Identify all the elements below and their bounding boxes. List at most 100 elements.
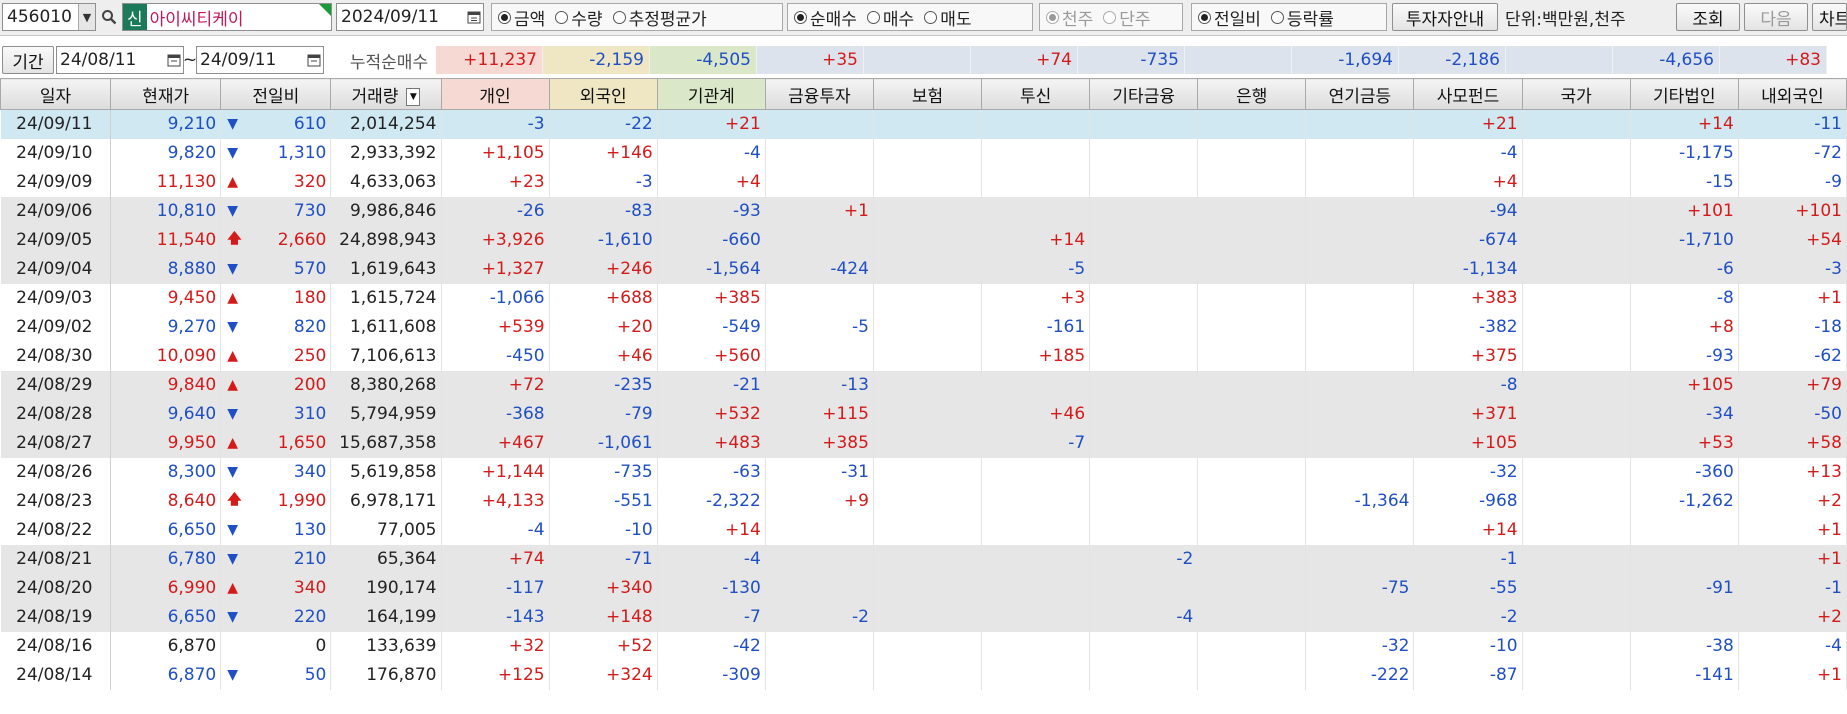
column-header[interactable]: 국가 bbox=[1521, 78, 1631, 110]
investor-value-cell: -42 bbox=[657, 631, 766, 661]
table-row[interactable]: 24/09/09 11,130 ▲ 320 4,633,063 +23 -3 +4 +4 -15-… bbox=[0, 167, 1847, 197]
radio-option[interactable]: 금액 bbox=[498, 5, 545, 30]
table-row[interactable]: 24/09/05 11,540 🡅 2,660 24,898,943 +3,926 -1,6… bbox=[0, 225, 1847, 255]
investor-value-cell: -1,175 bbox=[1630, 138, 1739, 168]
investor-value-cell: -32 bbox=[1305, 631, 1415, 661]
column-header[interactable]: 기타법인 bbox=[1629, 78, 1739, 110]
radio-option[interactable]: 천주 bbox=[1046, 5, 1093, 30]
investor-value-cell bbox=[1197, 428, 1307, 458]
table-row[interactable]: 24/08/22 6,650 ▼ 130 77,005 -4 -10 +14 +14 +1 bbox=[0, 515, 1847, 545]
table-row[interactable]: 24/08/29 9,840 ▲ 200 8,380,268 +72 -235 -21 -13 -… bbox=[0, 370, 1847, 400]
change-value: 610 bbox=[293, 114, 327, 135]
column-header-label: 은행 bbox=[1236, 86, 1268, 107]
column-header[interactable]: 개인 bbox=[440, 78, 550, 110]
investor-value-cell: +74 bbox=[441, 544, 550, 574]
corner-flag-icon bbox=[319, 4, 331, 16]
radio-option[interactable]: 등락률 bbox=[1270, 5, 1334, 30]
column-header[interactable]: 연기금등 bbox=[1305, 78, 1415, 110]
investor-value-cell bbox=[1089, 341, 1199, 371]
investor-value-cell: -161 bbox=[981, 312, 1091, 342]
table-row[interactable]: 24/08/26 8,300 ▼ 340 5,619,858 +1,144 -735 -63-… bbox=[0, 457, 1847, 487]
dropdown-arrow-icon[interactable]: ▼ bbox=[78, 4, 95, 30]
search-icon[interactable] bbox=[98, 3, 120, 31]
column-header[interactable]: 내외국인 bbox=[1737, 78, 1847, 110]
table-row[interactable]: 24/08/23 8,640 🡅 1,990 6,978,171 +4,133 -551 -2… bbox=[0, 486, 1847, 516]
radio-button-icon bbox=[555, 10, 569, 24]
investor-value-cell bbox=[981, 109, 1091, 139]
radio-option[interactable]: 매수 bbox=[866, 5, 914, 30]
date-input[interactable]: 2024/09/11 bbox=[336, 3, 484, 31]
column-header[interactable]: 사모펀드 bbox=[1413, 78, 1523, 110]
next-button[interactable]: 다음 bbox=[1744, 3, 1808, 31]
investor-guide-button[interactable]: 투자자안내 bbox=[1392, 3, 1498, 31]
table-row[interactable]: 24/08/14 6,870 ▼ 50 176,870 +125 +324 -309 -222-… bbox=[0, 660, 1847, 690]
sort-dropdown-icon[interactable]: ▼ bbox=[406, 87, 421, 106]
investor-value-cell: -22 bbox=[549, 109, 658, 139]
change-value: 2,660 bbox=[277, 230, 327, 250]
stock-code-input[interactable]: 456010 ▼ bbox=[2, 3, 96, 31]
column-header[interactable]: 현재가 bbox=[110, 78, 222, 110]
date-cell: 24/09/10 bbox=[0, 138, 112, 168]
radio-button-icon bbox=[1198, 10, 1211, 24]
column-header[interactable]: 기관계 bbox=[656, 78, 766, 110]
column-header[interactable]: 외국인 bbox=[548, 78, 658, 110]
radio-label: 단주 bbox=[1119, 9, 1151, 30]
chart-button[interactable]: 차트 bbox=[1812, 3, 1847, 31]
table-row[interactable]: 24/08/27 9,950 ▲ 1,650 15,687,358 +467 -1,061 +… bbox=[0, 428, 1847, 458]
table-row[interactable]: 24/08/19 6,650 ▼ 220 164,199 -143 +148 -7 -2 -4 -2… bbox=[0, 602, 1847, 632]
investor-value-cell: -83 bbox=[549, 196, 658, 226]
down-arrow-icon: ▼ bbox=[227, 522, 239, 538]
investor-value-cell: +14 bbox=[1413, 515, 1523, 545]
table-row[interactable]: 24/09/10 9,820 ▼ 1,310 2,933,392 +1,105 +146 -4… bbox=[0, 138, 1847, 168]
table-row[interactable]: 24/08/28 9,640 ▼ 310 5,794,959 -368 -79 +532 +11… bbox=[0, 399, 1847, 429]
volume-cell: 9,986,846 bbox=[330, 196, 442, 226]
table-row[interactable]: 24/09/11 9,210 ▼ 610 2,014,254 -3 -22 +21 +21 +14… bbox=[0, 109, 1847, 139]
period-to-input[interactable]: 24/09/11 bbox=[196, 46, 324, 74]
volume-cell: 77,005 bbox=[330, 515, 442, 545]
column-header[interactable]: 일자 bbox=[0, 78, 112, 110]
radio-option[interactable]: 추정평균가 bbox=[612, 5, 707, 30]
calendar-icon[interactable] bbox=[465, 10, 483, 24]
period-from-input[interactable]: 24/08/11 bbox=[56, 46, 184, 74]
column-header[interactable]: 투신 bbox=[981, 78, 1091, 110]
volume-cell: 4,633,063 bbox=[330, 167, 442, 197]
change-value: 340 bbox=[293, 578, 327, 598]
radio-option[interactable]: 매도 bbox=[924, 5, 971, 30]
radio-option[interactable]: 단주 bbox=[1103, 5, 1151, 30]
investor-value-cell bbox=[1305, 399, 1415, 429]
table-row[interactable]: 24/08/20 6,990 ▲ 340 190,174 -117 +340 -130 -75-… bbox=[0, 573, 1847, 603]
column-header[interactable]: 거래량 ▼ bbox=[330, 78, 442, 110]
investor-value-cell: -424 bbox=[765, 254, 874, 284]
radio-option[interactable]: 수량 bbox=[555, 5, 603, 30]
table-row[interactable]: 24/09/03 9,450 ▲ 180 1,615,724 -1,066 +688 +385… bbox=[0, 283, 1847, 313]
investor-value-cell: -235 bbox=[549, 370, 658, 400]
radio-option[interactable]: 순매수 bbox=[794, 5, 857, 30]
table-row[interactable]: 24/09/04 8,880 ▼ 570 1,619,643 +1,327 +246 -1,5… bbox=[0, 254, 1847, 284]
column-header[interactable]: 은행 bbox=[1197, 78, 1307, 110]
change-cell: 0 bbox=[220, 631, 332, 661]
calendar-icon[interactable] bbox=[165, 53, 183, 67]
date-cell: 24/09/05 bbox=[0, 225, 112, 255]
radio-option[interactable]: 전일비 bbox=[1198, 5, 1261, 30]
table-row[interactable]: 24/08/16 6,870 0 133,639 +32 +52 -42 -32 -10 -38-… bbox=[0, 631, 1847, 661]
table-row[interactable]: 24/08/30 10,090 ▲ 250 7,106,613 -450 +46 +560 +1… bbox=[0, 341, 1847, 371]
down-arrow-icon: ▼ bbox=[227, 551, 239, 567]
calendar-icon[interactable] bbox=[305, 53, 323, 67]
column-header[interactable]: 전일비 bbox=[220, 78, 332, 110]
table-row[interactable]: 24/09/06 10,810 ▼ 730 9,986,846 -26 -83 -93 +1 -9… bbox=[0, 196, 1847, 226]
investor-value-cell bbox=[1089, 109, 1199, 139]
column-header[interactable]: 금융투자 bbox=[764, 78, 874, 110]
period-label: 기간 bbox=[2, 46, 54, 74]
investor-value-cell: +46 bbox=[981, 399, 1091, 429]
price-cell: 10,090 bbox=[110, 341, 222, 371]
investor-value-cell: +53 bbox=[1630, 428, 1739, 458]
table-row[interactable]: 24/08/21 6,780 ▼ 210 65,364 +74 -71 -4 -2 -1 +1 bbox=[0, 544, 1847, 574]
column-header[interactable]: 보험 bbox=[872, 78, 983, 110]
cumulative-cell bbox=[864, 46, 971, 74]
stock-name-field[interactable]: 신 아이씨티케이 bbox=[122, 3, 332, 31]
investor-value-cell bbox=[1522, 254, 1631, 284]
query-button[interactable]: 조회 bbox=[1676, 3, 1740, 31]
table-row[interactable]: 24/09/02 9,270 ▼ 820 1,611,608 +539 +20 -549 -5 -… bbox=[0, 312, 1847, 342]
column-header[interactable]: 기타금융 bbox=[1089, 78, 1199, 110]
volume-cell: 24,898,943 bbox=[330, 225, 442, 255]
